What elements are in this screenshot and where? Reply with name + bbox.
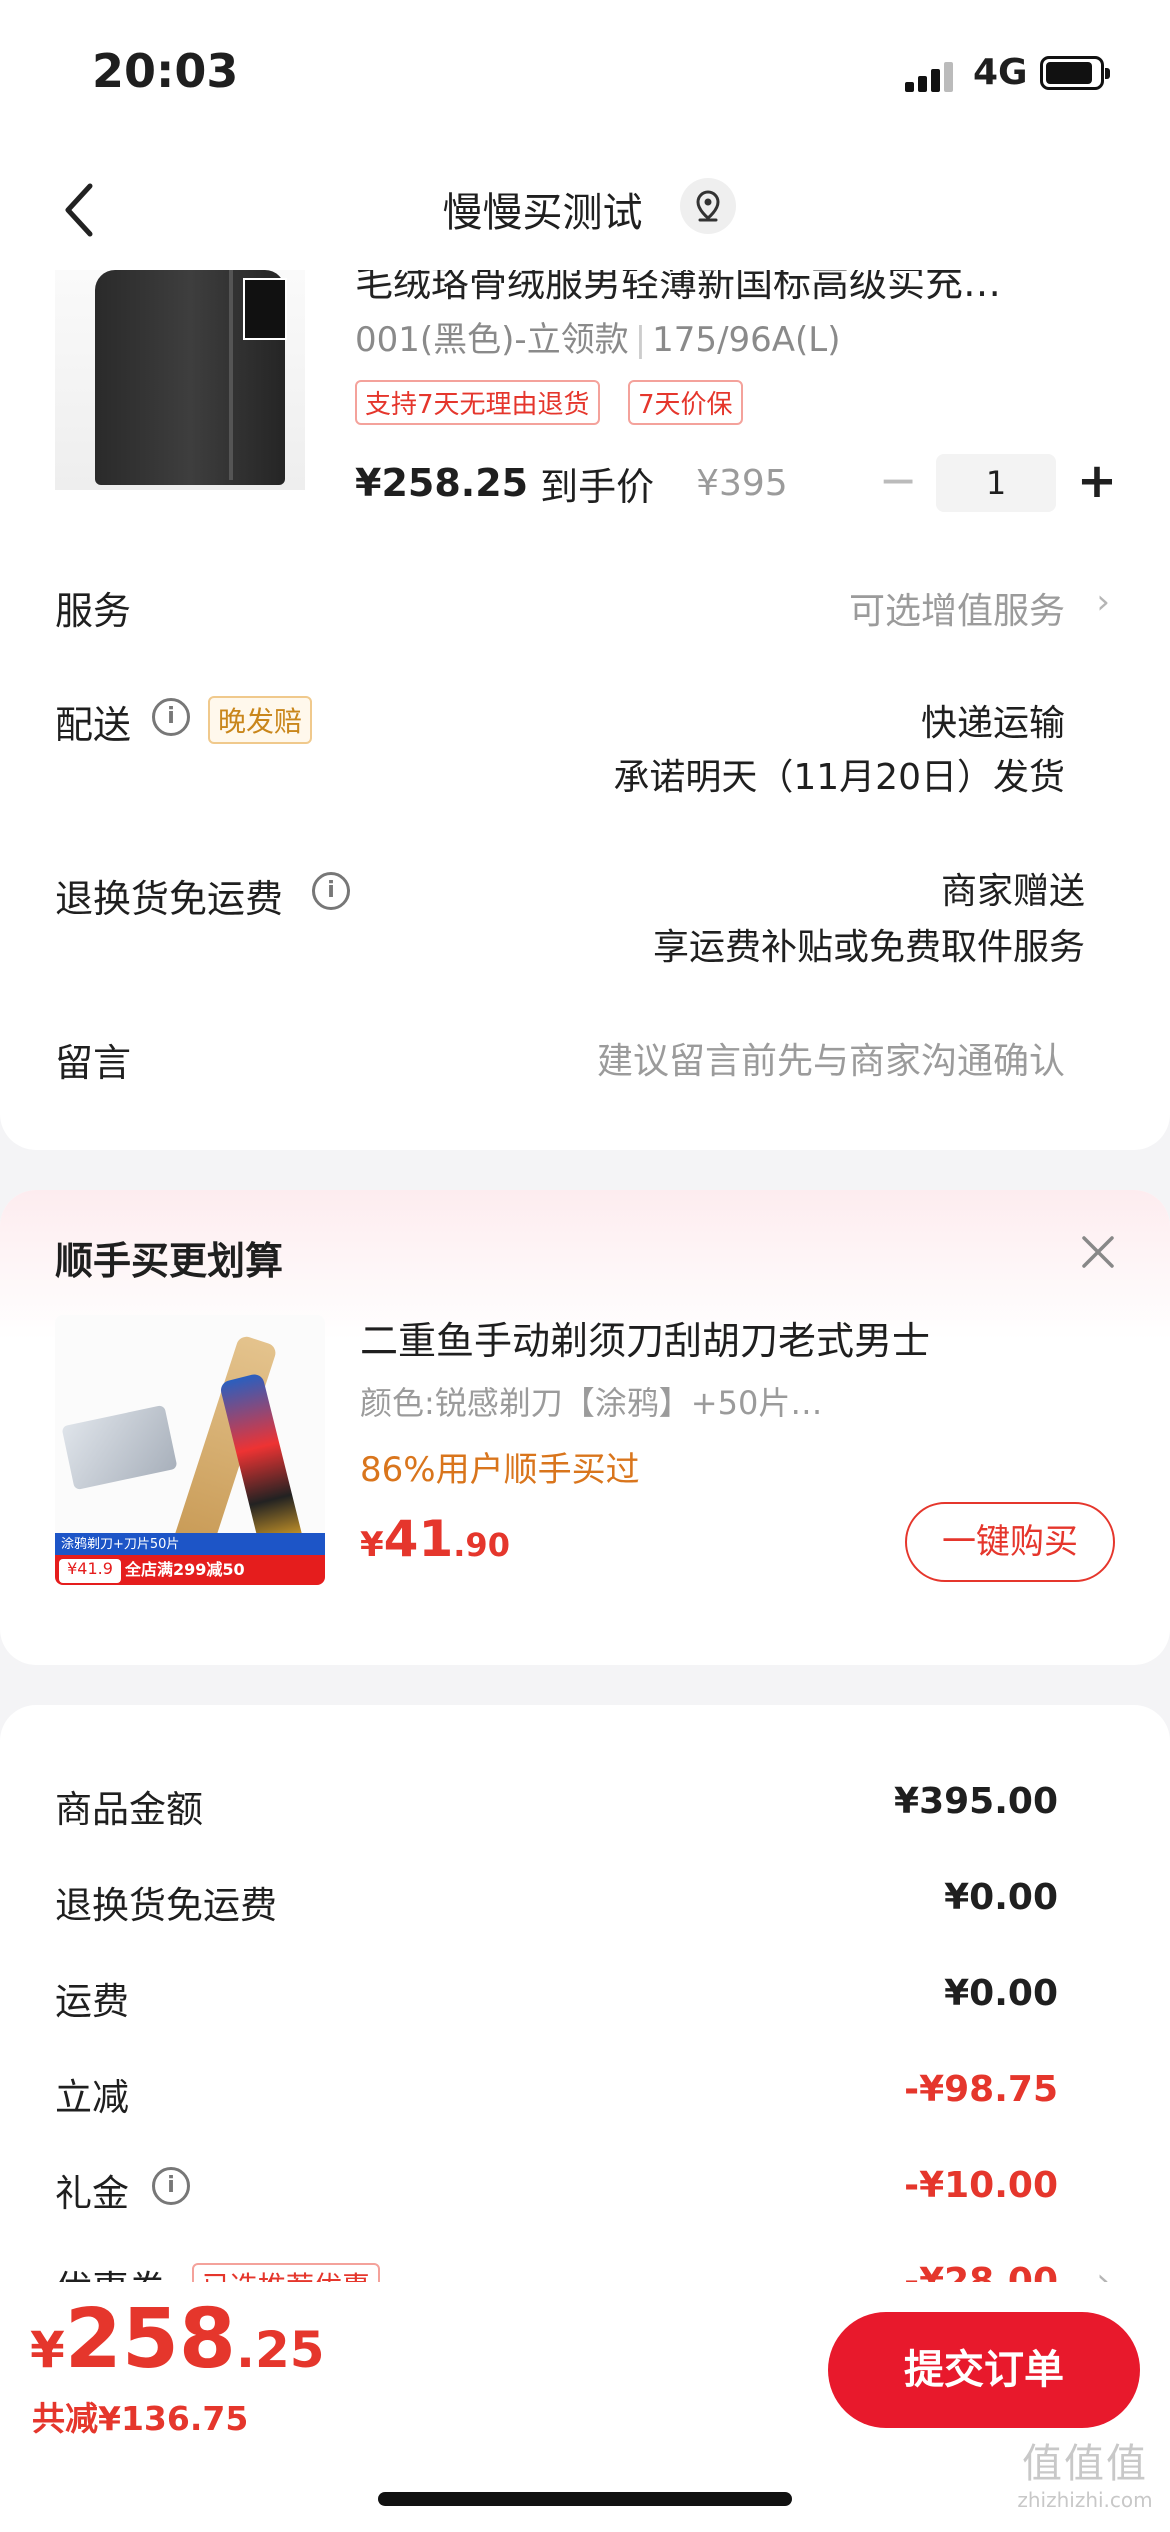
razor-blade-image <box>61 1404 178 1491</box>
summary-label-shipping: 运费 <box>55 1980 129 2023</box>
delivery-info-icon[interactable]: i <box>152 698 190 736</box>
image-strip-price: ¥41.9 <box>59 1559 121 1583</box>
product-image-badge <box>243 278 287 340</box>
summary-label-goods: 商品金额 <box>55 1788 203 1831</box>
watermark: 值值值 zhizhizhi.com <box>1017 2441 1153 2512</box>
summary-value-gift: -¥10.00 <box>904 2165 1058 2206</box>
product-image[interactable] <box>55 270 305 490</box>
summary-label-instant-discount: 立减 <box>55 2076 129 2119</box>
late-compensation-badge: 晚发赔 <box>208 696 313 744</box>
nav-bar: 慢慢买测试 <box>0 150 1170 270</box>
delivery-promise: 承诺明天（11月20日）发货 <box>613 757 1065 798</box>
total-saved: 共减¥136.75 <box>32 2399 249 2438</box>
page-title: 慢慢买测试 <box>442 190 643 236</box>
upsell-product-name[interactable]: 二重鱼手动剃须刀刮胡刀老式男士 <box>360 1310 930 1365</box>
status-time: 20:03 <box>92 44 239 98</box>
quantity-increase-button[interactable]: + <box>1074 456 1120 508</box>
signal-icon <box>905 60 953 92</box>
price-row: ¥258.25 到手价 ¥395 <box>355 455 788 511</box>
gift-info-icon[interactable]: i <box>152 2167 190 2205</box>
upsell-card: 顺手买更划算 涂鸦剃刀+刀片50片 全店满299减50 ¥41.9 二重鱼手动剃… <box>0 1190 1170 1665</box>
final-price-label: 到手价 <box>540 464 655 509</box>
summary-label-gift: 礼金 <box>55 2172 129 2215</box>
one-click-buy-button[interactable]: 一键购买 <box>905 1502 1115 1582</box>
spec-color: 001(黑色)-立领款 <box>355 320 629 360</box>
delivery-method[interactable]: 快递运输 <box>921 694 1065 746</box>
original-price: ¥395 <box>696 462 788 504</box>
summary-label-return-shipping: 退换货免运费 <box>55 1884 277 1927</box>
product-spec[interactable]: 001(黑色)-立领款 | 175/96A(L) <box>355 312 841 361</box>
image-strip-top: 涂鸦剃刀+刀片50片 <box>55 1533 325 1555</box>
message-input[interactable]: 建议留言前先与商家沟通确认 <box>597 1032 1065 1084</box>
return-info-icon[interactable]: i <box>312 872 350 910</box>
delivery-label: 配送 <box>55 703 132 747</box>
upsell-title: 顺手买更划算 <box>55 1239 284 1283</box>
order-card: 毛绒珞骨绒服男轻薄新国标高级实充… 001(黑色)-立领款 | 175/96A(L)… <box>0 270 1170 1150</box>
return-policy-tag: 支持7天无理由退货 <box>355 380 600 425</box>
spec-divider: | <box>634 320 647 360</box>
total-price: ¥258.25 <box>30 2292 325 2387</box>
spec-size: 175/96A(L) <box>652 320 841 360</box>
upsell-price: ¥41.90 <box>360 1510 510 1568</box>
return-value-secondary: 享运费补贴或免费取件服务 <box>652 927 1085 968</box>
summary-value-goods: ¥395.00 <box>894 1781 1058 1822</box>
price-protect-tag: 7天价保 <box>628 380 743 425</box>
summary-value-instant-discount: -¥98.75 <box>904 2069 1058 2110</box>
chevron-right-icon[interactable]: › <box>1096 582 1110 622</box>
network-type: 4G <box>973 52 1028 93</box>
location-pin-icon[interactable] <box>680 178 736 234</box>
home-indicator[interactable] <box>378 2492 792 2506</box>
return-value-primary: 商家赠送 <box>940 871 1085 912</box>
service-value[interactable]: 可选增值服务 <box>849 582 1065 634</box>
product-name[interactable]: 毛绒珞骨绒服男轻薄新国标高级实充… <box>355 270 1095 307</box>
return-shipping-label: 退换货免运费 <box>55 877 284 921</box>
submit-order-button[interactable]: 提交订单 <box>828 2312 1140 2428</box>
quantity-decrease-button[interactable]: − <box>878 457 918 506</box>
service-label: 服务 <box>55 589 132 633</box>
summary-value-return-shipping: ¥0.00 <box>944 1877 1058 1918</box>
quantity-field[interactable]: 1 <box>936 454 1056 512</box>
status-bar: 20:03 4G <box>0 0 1170 150</box>
final-price: ¥258.25 <box>355 461 529 505</box>
message-label: 留言 <box>55 1041 132 1085</box>
summary-value-shipping: ¥0.00 <box>944 1973 1058 2014</box>
battery-icon <box>1040 56 1110 90</box>
upsell-social-proof: 86%用户顺手买过 <box>360 1450 640 1490</box>
upsell-product-image[interactable]: 涂鸦剃刀+刀片50片 全店满299减50 ¥41.9 <box>55 1315 325 1585</box>
close-icon[interactable] <box>1078 1232 1118 1272</box>
checkout-bar: ¥258.25 共减¥136.75 提交订单 <box>0 2282 1170 2532</box>
upsell-product-spec[interactable]: 颜色:锐感剃刀【涂鸦】+50片… <box>360 1378 822 1424</box>
